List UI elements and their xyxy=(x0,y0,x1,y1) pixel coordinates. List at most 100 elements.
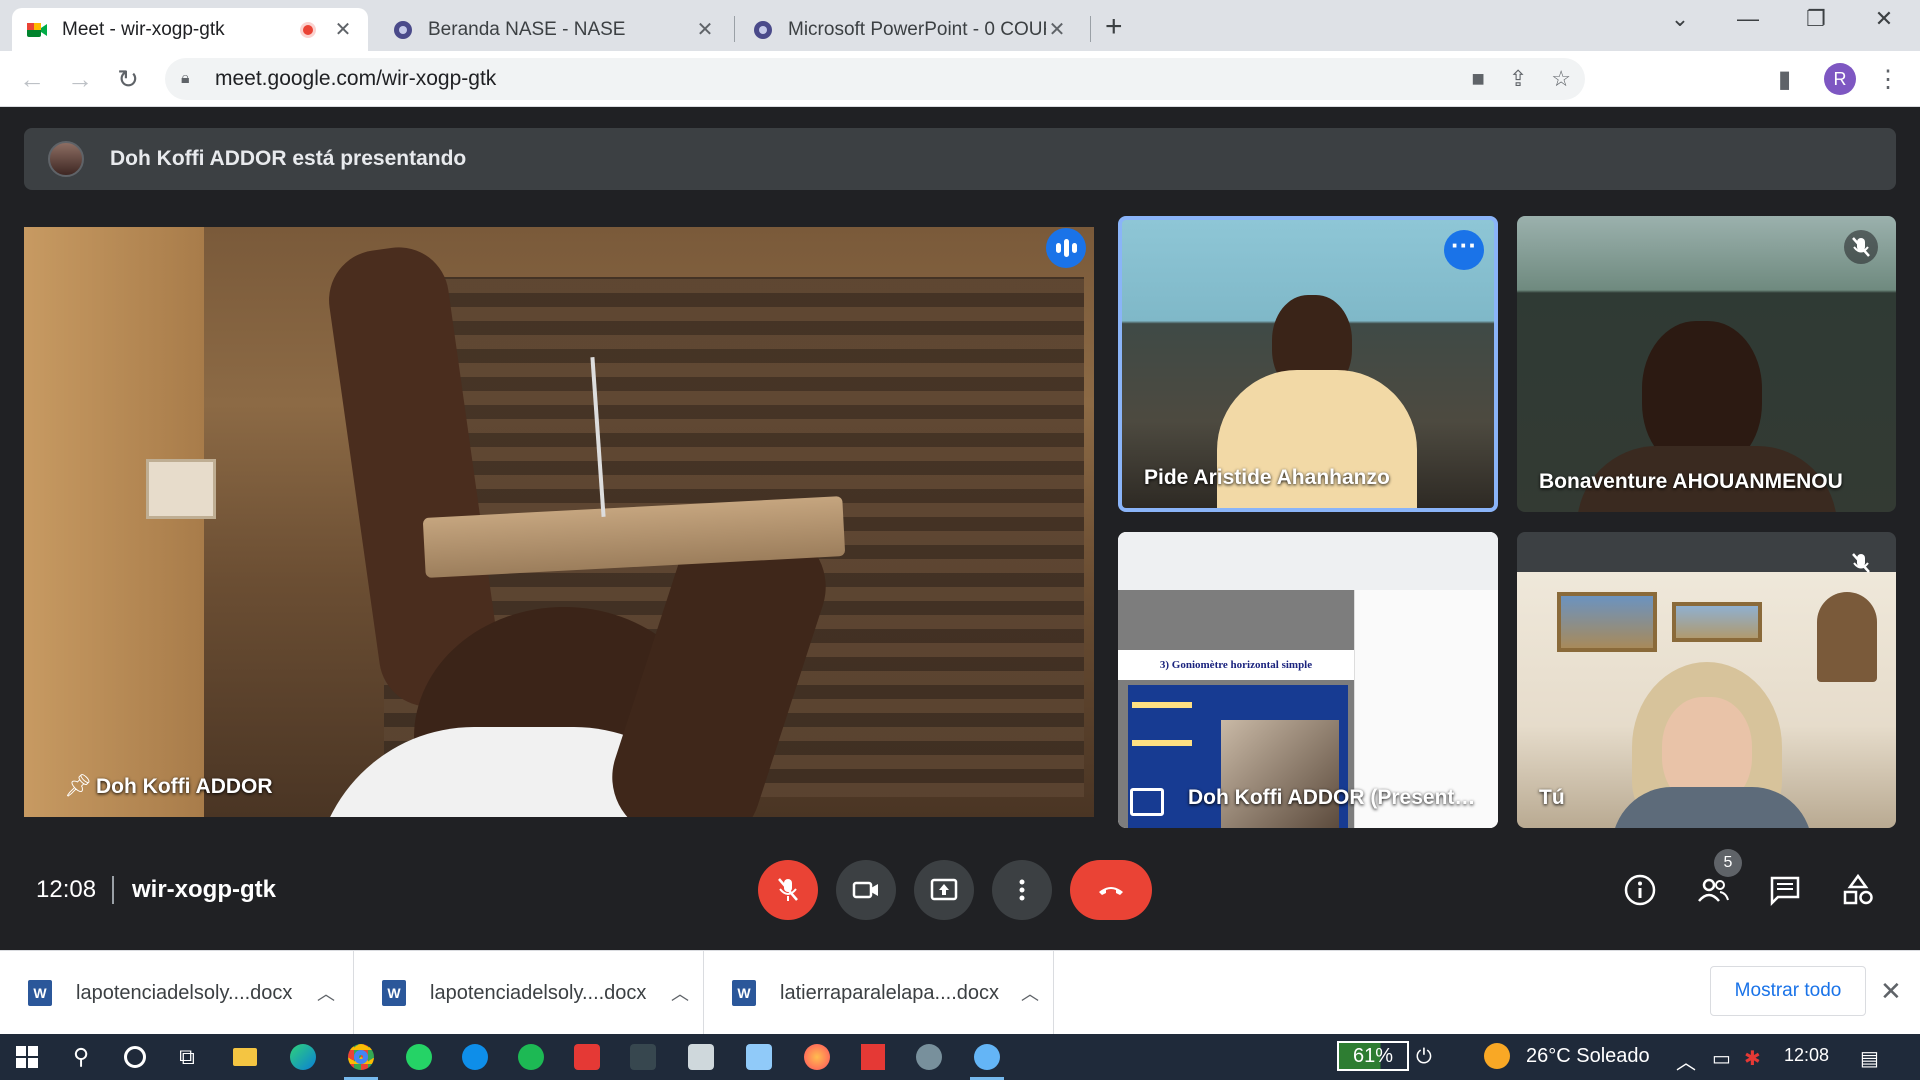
app-hat-icon[interactable] xyxy=(684,1040,718,1074)
download-item[interactable]: W lapotenciadelsoly....docx ︿ xyxy=(0,951,354,1035)
file-explorer-icon[interactable] xyxy=(228,1040,262,1074)
more-options-button[interactable] xyxy=(992,860,1052,920)
participant-tile[interactable]: ··· Pide Aristide Ahanhanzo xyxy=(1118,216,1498,512)
new-tab-button[interactable]: + xyxy=(1105,10,1123,44)
speaking-indicator-icon xyxy=(1046,228,1086,268)
search-icon[interactable]: ⚲ xyxy=(64,1040,98,1074)
url-text[interactable]: meet.google.com/wir-xogp-gtk xyxy=(215,67,496,91)
leave-call-button[interactable] xyxy=(1070,860,1152,920)
browser-tab-strip: Meet - wir-xogp-gtk ✕ Beranda NASE - NAS… xyxy=(0,0,1920,51)
minimize-button[interactable]: — xyxy=(1728,6,1768,32)
participant-count-badge: 5 xyxy=(1714,849,1742,877)
participant-name: Tú xyxy=(1539,786,1565,809)
clock[interactable]: 12:08 xyxy=(1784,1045,1829,1066)
light-switch xyxy=(146,459,216,519)
camera-icon xyxy=(852,881,878,899)
participant-tile[interactable]: Bonaventure AHOUANMENOU xyxy=(1517,216,1896,512)
lock-icon[interactable]: 🔒︎ xyxy=(181,70,201,88)
firefox-icon[interactable] xyxy=(800,1040,834,1074)
download-item[interactable]: W lapotenciadelsoly....docx ︿ xyxy=(354,951,704,1035)
weather-text[interactable]: 26°C Soleado xyxy=(1526,1045,1650,1068)
restore-button[interactable]: ❐ xyxy=(1796,6,1836,32)
tab-title: Beranda NASE - NASE xyxy=(428,18,626,40)
app-cloud-icon[interactable] xyxy=(970,1040,1004,1080)
cortana-icon[interactable] xyxy=(118,1040,152,1074)
download-shelf: W lapotenciadelsoly....docx ︿ W lapotenc… xyxy=(0,950,1920,1035)
windows-start-icon[interactable] xyxy=(10,1040,44,1074)
divider xyxy=(112,876,114,904)
menu-kebab-icon[interactable]: ⋮ xyxy=(1876,65,1900,94)
close-tab-icon[interactable]: ✕ xyxy=(694,17,716,42)
bookmark-star-icon[interactable]: ☆ xyxy=(1551,66,1571,92)
present-screen-icon xyxy=(930,878,958,901)
sun-icon[interactable] xyxy=(1484,1043,1510,1069)
edge-icon[interactable] xyxy=(286,1040,320,1074)
self-view-tile[interactable]: Tú xyxy=(1517,532,1896,828)
battery-indicator[interactable]: 61% xyxy=(1337,1041,1409,1071)
chevron-up-icon[interactable]: ︿ xyxy=(1010,980,1050,1006)
app-green-icon[interactable] xyxy=(514,1040,548,1074)
meet-now-icon[interactable]: ▭ xyxy=(1712,1046,1731,1071)
forward-button[interactable]: → xyxy=(62,63,98,95)
participant-name: Doh Koffi ADDOR xyxy=(96,775,273,798)
meeting-time: 12:08 xyxy=(36,876,97,903)
whatsapp-icon[interactable] xyxy=(402,1040,436,1074)
teamviewer-icon[interactable] xyxy=(458,1040,492,1074)
presenting-text: Doh Koffi ADDOR está presentando xyxy=(110,147,467,170)
activities-button[interactable] xyxy=(1838,870,1878,910)
download-item[interactable]: W latierraparalelapa....docx ︿ xyxy=(704,951,1054,1035)
slide-title: 3) Goniomètre horizontal simple xyxy=(1118,650,1354,680)
chat-icon xyxy=(1770,876,1800,907)
task-view-icon[interactable]: ⧉ xyxy=(170,1040,204,1074)
camera-toggle-button[interactable] xyxy=(836,860,896,920)
close-window-button[interactable]: ✕ xyxy=(1864,6,1904,32)
notification-app-icon[interactable]: ✱ xyxy=(1744,1046,1761,1071)
back-button[interactable]: ← xyxy=(14,63,50,95)
tab-title: Microsoft PowerPoint - 0 COURS xyxy=(788,18,1046,40)
tab-powerpoint[interactable]: Microsoft PowerPoint - 0 COURS ✕ xyxy=(738,8,1082,51)
nase-favicon-icon xyxy=(754,20,772,39)
side-panel-icon[interactable]: ▮ xyxy=(1778,65,1791,94)
meeting-details-button[interactable] xyxy=(1620,870,1660,910)
chevron-up-icon[interactable]: ︿ xyxy=(1676,1046,1696,1075)
participant-name: Doh Koffi ADDOR (Present… xyxy=(1188,786,1476,809)
tab-title: Meet - wir-xogp-gtk xyxy=(62,18,225,40)
meeting-code: wir-xogp-gtk xyxy=(132,876,276,903)
reload-button[interactable]: ↻ xyxy=(110,63,146,95)
app-red-icon[interactable] xyxy=(570,1040,604,1074)
tab-search-icon[interactable]: ⌄ xyxy=(1660,6,1700,32)
tab-beranda-nase[interactable]: Beranda NASE - NASE ✕ xyxy=(378,8,730,51)
tab-meet[interactable]: Meet - wir-xogp-gtk ✕ xyxy=(12,8,368,51)
word-icon: W xyxy=(382,980,406,1006)
presentation-tile[interactable]: 3) Goniomètre horizontal simple Doh Koff… xyxy=(1118,532,1498,828)
app-blue-icon[interactable] xyxy=(742,1040,776,1074)
share-icon[interactable]: ⇪ xyxy=(1509,66,1527,92)
show-all-downloads-button[interactable]: Mostrar todo xyxy=(1710,966,1866,1016)
chevron-up-icon[interactable]: ︿ xyxy=(660,980,700,1006)
mic-off-icon xyxy=(778,878,798,901)
word-icon: W xyxy=(28,980,52,1006)
presenting-banner: Doh Koffi ADDOR está presentando xyxy=(24,128,1896,190)
close-tab-icon[interactable]: ✕ xyxy=(332,17,354,42)
browser-toolbar: ← → ↻ 🔒︎ meet.google.com/wir-xogp-gtk ■ … xyxy=(0,51,1920,107)
pdf-to-jpg-icon[interactable] xyxy=(856,1040,890,1074)
chrome-icon[interactable] xyxy=(344,1040,378,1080)
close-shelf-icon[interactable]: ✕ xyxy=(1880,976,1902,1007)
close-tab-icon[interactable]: ✕ xyxy=(1046,17,1068,42)
more-options-icon[interactable]: ··· xyxy=(1444,230,1484,270)
profile-avatar[interactable]: R xyxy=(1824,63,1856,95)
power-plug-icon[interactable]: ⏻ xyxy=(1416,1046,1432,1069)
present-now-button[interactable] xyxy=(914,860,974,920)
app-gray-icon[interactable] xyxy=(912,1040,946,1074)
action-center-icon[interactable]: ▤ xyxy=(1860,1046,1879,1071)
chat-button[interactable] xyxy=(1765,870,1805,910)
mic-off-icon xyxy=(1844,230,1878,264)
microphone-toggle-button[interactable] xyxy=(758,860,818,920)
chevron-up-icon[interactable]: ︿ xyxy=(306,980,346,1006)
pin-icon[interactable]: 📌︎ xyxy=(64,773,92,799)
app-dark-icon[interactable] xyxy=(626,1040,660,1074)
address-bar[interactable]: 🔒︎ meet.google.com/wir-xogp-gtk ■ ⇪ ☆ xyxy=(165,58,1585,100)
camera-in-use-icon[interactable]: ■ xyxy=(1472,66,1485,92)
main-video-tile[interactable]: 📌︎ Doh Koffi ADDOR xyxy=(24,227,1094,817)
google-meet-icon xyxy=(27,22,47,37)
